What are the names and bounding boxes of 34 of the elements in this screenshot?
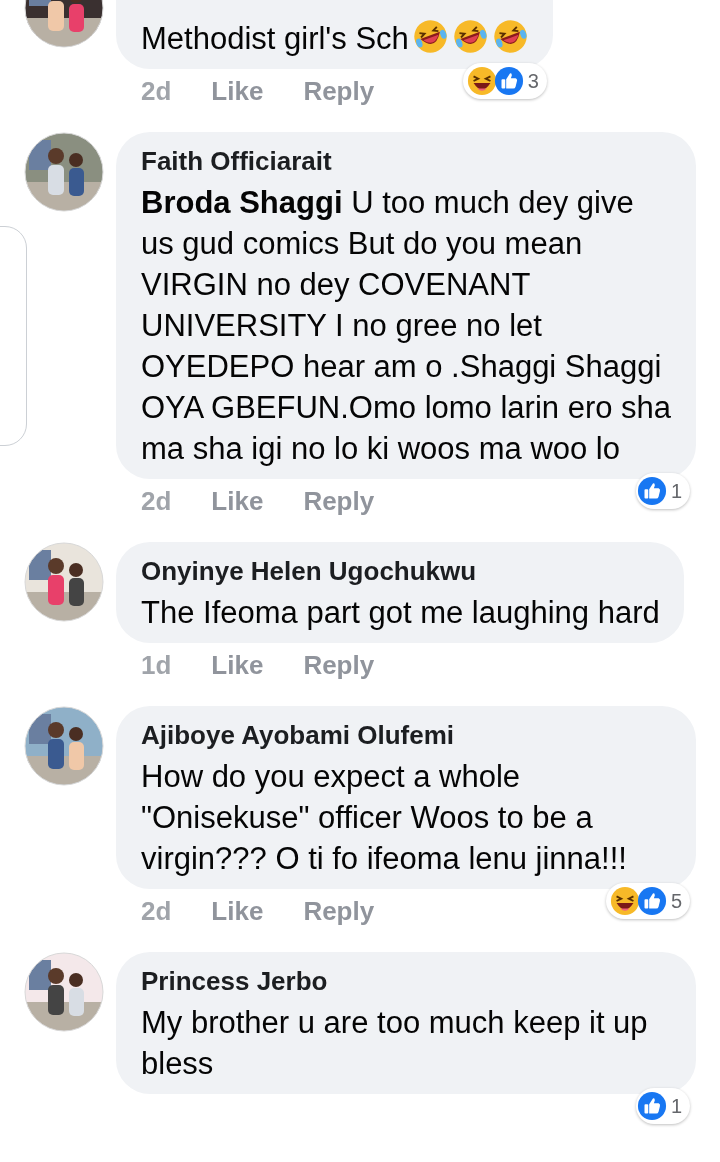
commenter-name[interactable]: Faith Officiarait — [141, 145, 672, 177]
laughing-face-icon — [466, 66, 497, 96]
laughing-tears-icon — [451, 18, 489, 55]
reaction-badge[interactable]: 1 — [635, 473, 690, 509]
thumbs-up-icon — [636, 886, 667, 916]
comment-text: How do you expect a whole "Onisekuse" officer Woos to be a virgin??? O ti fo ifeoma lenu jinna!!! — [141, 759, 627, 876]
reaction-badge[interactable]: 3 — [462, 63, 547, 99]
reaction-badge[interactable]: 5 — [605, 883, 690, 919]
comment-text: Broda Shaggi U too much dey give us gud comics But do you mean VIRGIN no dey COVENANT UNIVERSITY I no gree no let OYEDEPO hear am o .Shaggi Shaggi OYA GBEFUN.Omo lomo larin ero sha ma sha igi no lo ki woos ma woo lo — [141, 185, 672, 466]
comment-time: 2d — [141, 895, 172, 927]
like-link[interactable]: Like — [211, 75, 264, 107]
laughing-tears-icon — [411, 18, 449, 55]
thumbs-up-icon — [493, 66, 524, 96]
commenter-name[interactable]: Onyinye Helen Ugochukwu — [141, 555, 660, 587]
like-link[interactable]: Like — [211, 649, 264, 681]
laughing-tears-icon — [491, 18, 529, 55]
commenter-name[interactable]: Ajiboye Ayobami Olufemi — [141, 719, 672, 751]
thumbs-up-icon — [636, 476, 667, 506]
reply-link[interactable]: Reply — [303, 895, 375, 927]
like-link[interactable]: Like — [211, 895, 264, 927]
laughing-face-icon — [609, 886, 640, 916]
commenter-name[interactable]: Princess Jerbo — [141, 965, 672, 997]
comment-text: My brother u are too much keep it up bless — [141, 1005, 648, 1081]
comment-text: Methodist girl's Sch — [141, 21, 409, 56]
comment-time: 1d — [141, 649, 172, 681]
thumbs-up-icon — [636, 1091, 667, 1121]
like-link[interactable]: Like — [211, 485, 264, 517]
reply-link[interactable]: Reply — [303, 649, 375, 681]
comment-time: 2d — [141, 75, 172, 107]
reply-link[interactable]: Reply — [303, 75, 375, 107]
comment-text: The Ifeoma part got me laughing hard — [141, 595, 660, 630]
reply-link[interactable]: Reply — [303, 485, 375, 517]
reaction-badge[interactable]: 1 — [635, 1088, 690, 1124]
comment-time: 2d — [141, 485, 172, 517]
